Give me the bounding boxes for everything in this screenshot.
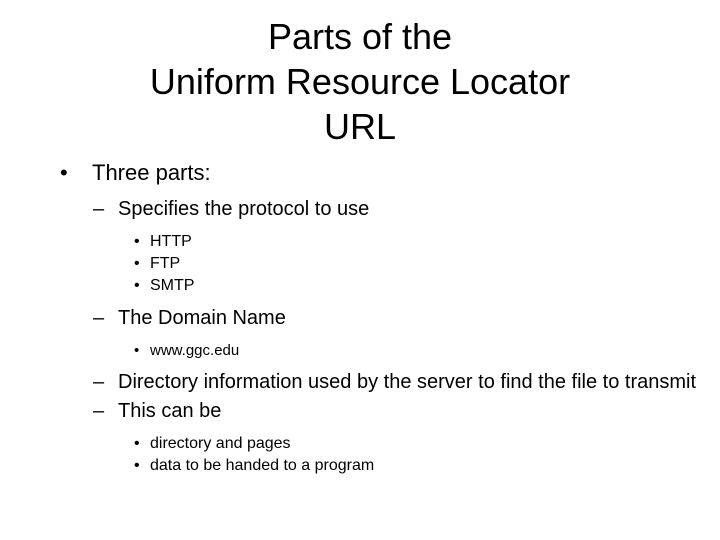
bullet-http: • HTTP <box>0 231 720 253</box>
slide-body-placeholder[interactable]: • Three parts: – Specifies the protocol to… <box>0 158 720 477</box>
bullet-www-ggc-edu-label: www.ggc.edu <box>150 342 240 359</box>
bullet-marker-level3-icon: • <box>134 277 140 294</box>
slide-title-line-2: Uniform Resource Locator <box>149 61 571 102</box>
bullet-three-parts-label: Three parts: <box>92 160 211 185</box>
bullet-marker-level3-icon: • <box>134 233 140 250</box>
bullet-directory-and-pages: • directory and pages <box>0 433 720 455</box>
bullet-marker-level2-icon: – <box>93 371 105 393</box>
bullet-smtp: • SMTP <box>0 275 720 297</box>
bullet-three-parts: • Three parts: <box>0 158 720 188</box>
bullet-data-handed-to-program-label: data to be handed to a program <box>150 457 375 474</box>
bullet-marker-level3-icon: • <box>134 435 140 452</box>
bullet-marker-level3-icon: • <box>134 342 140 359</box>
bullet-marker-level1-icon: • <box>60 160 68 185</box>
bullet-www-ggc-edu: • www.ggc.edu <box>0 340 720 361</box>
slide-title-line-3: URL <box>323 106 397 147</box>
slide-title-line-1: Parts of the <box>267 16 453 57</box>
bullet-directory-and-pages-label: directory and pages <box>150 435 291 452</box>
bullet-marker-level2-icon: – <box>93 307 105 329</box>
bullet-domain-name: – The Domain Name <box>0 305 720 332</box>
bullet-directory-information-label: Directory information used by the server… <box>118 371 697 393</box>
bullet-data-handed-to-program: • data to be handed to a program <box>0 455 720 477</box>
bullet-this-can-be-label: This can be <box>118 400 222 422</box>
bullet-marker-level3-icon: • <box>134 255 140 272</box>
bullet-domain-name-label: The Domain Name <box>118 307 286 329</box>
bullet-http-label: HTTP <box>150 233 192 250</box>
bullet-smtp-label: SMTP <box>150 277 195 294</box>
bullet-marker-level2-icon: – <box>93 198 105 220</box>
bullet-marker-level2-icon: – <box>93 400 105 422</box>
slide-title[interactable]: Parts of the Uniform Resource Locator UR… <box>40 14 680 149</box>
bullet-this-can-be: – This can be <box>0 398 720 425</box>
slide-canvas: Parts of the Uniform Resource Locator UR… <box>0 0 720 540</box>
bullet-ftp: • FTP <box>0 253 720 275</box>
bullet-specifies-protocol-label: Specifies the protocol to use <box>118 198 370 220</box>
bullet-marker-level3-icon: • <box>134 457 140 474</box>
bullet-ftp-label: FTP <box>150 255 181 272</box>
bullet-specifies-protocol: – Specifies the protocol to use <box>0 196 720 223</box>
bullet-directory-information: – Directory information used by the serve… <box>0 369 718 396</box>
